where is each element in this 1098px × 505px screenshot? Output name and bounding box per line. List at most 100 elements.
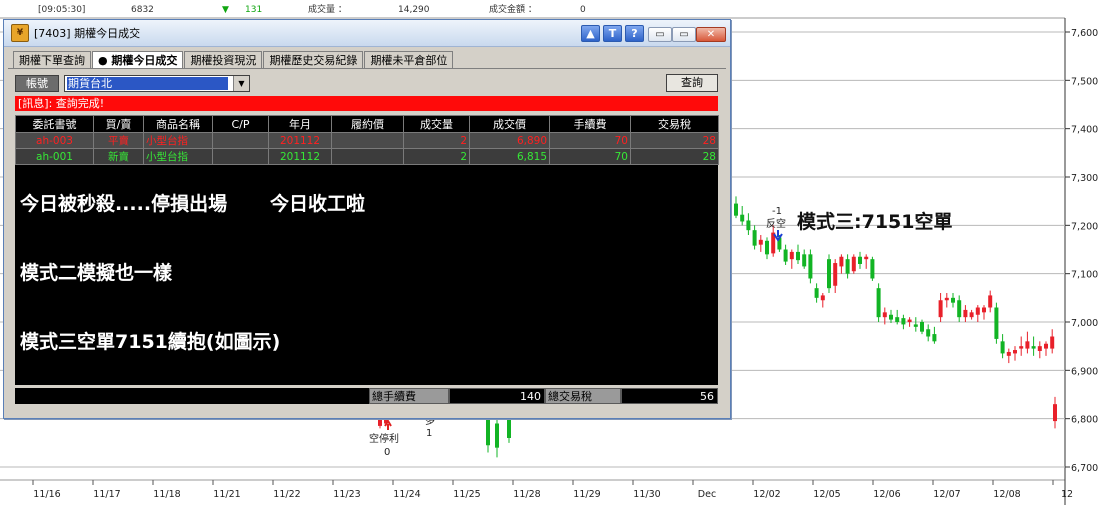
candle-body (783, 249, 788, 262)
col-order-id[interactable]: 委託書號 (15, 115, 94, 133)
candle (783, 244, 788, 265)
candle-body (988, 295, 993, 308)
table-header-row: 委託書號 買/賣 商品名稱 C/P 年月 履約價 成交量 成交價 手續費 交易稅 (15, 115, 719, 133)
candle (486, 416, 490, 453)
candle (740, 206, 745, 226)
candle-body (378, 418, 382, 426)
candle-body (1037, 346, 1042, 351)
window-titlebar[interactable]: ¥ [7403] 期權今日成交 ▲ T ? ▭ ▭ ✕ (4, 20, 730, 47)
volume-label: 成交量 ： (308, 3, 347, 15)
cell-strike (331, 148, 404, 165)
cell-side: 新賣 (93, 148, 144, 165)
candle (994, 302, 999, 344)
candle (889, 309, 893, 323)
candle-body (752, 230, 757, 246)
cell-month: 201112 (268, 132, 332, 149)
table-row[interactable]: ah-003 平賣 小型台指 201112 2 6,890 70 28 (15, 132, 719, 149)
candle (833, 259, 838, 293)
col-qty[interactable]: 成交量 (403, 115, 470, 133)
candle (820, 293, 825, 308)
col-product[interactable]: 商品名稱 (143, 115, 213, 133)
x-tick-label: 11/23 (333, 489, 360, 500)
y-tick-label: 7,500 (1071, 76, 1098, 87)
close-button[interactable]: ✕ (696, 27, 726, 42)
x-tick-label: 12/02 (753, 489, 780, 500)
totals-bar: 總手續費 140 總交易稅 56 (15, 388, 718, 404)
y-tick-label: 6,900 (1071, 366, 1098, 377)
mode3-short-note: 模式三:7151空單 (797, 210, 952, 233)
y-tick-label: 7,400 (1071, 125, 1098, 136)
candle (944, 293, 949, 308)
col-month[interactable]: 年月 (268, 115, 332, 133)
query-button[interactable]: 查詢 (666, 74, 718, 92)
tab-open-positions[interactable]: 期權未平倉部位 (364, 51, 454, 69)
candle (957, 295, 962, 322)
candle-body (994, 307, 999, 339)
col-side[interactable]: 買/賣 (93, 115, 144, 133)
candle-body (1031, 346, 1036, 349)
table-row[interactable]: ah-001 新賣 小型台指 201112 2 6,815 70 28 (15, 148, 719, 165)
account-label: 帳號 (15, 75, 59, 92)
tab-strip: 期權下單查詢 ● 期權今日成交 期權投資現況 期權歷史交易紀錄 期權未平倉部位 (13, 51, 454, 69)
down-arrow-icon: ▼ (222, 5, 229, 15)
cell-month: 201112 (268, 148, 332, 165)
y-tick-label: 7,600 (1071, 28, 1098, 39)
candle-body (734, 203, 738, 216)
candle (771, 225, 776, 257)
y-axis-ticks: 7,600 7,500 7,400 7,300 7,200 7,100 7,000 6,900… (1065, 28, 1098, 474)
account-row: 帳號 期貨台北 ▼ 查詢 (15, 74, 720, 94)
short-signal-count: -1 (772, 206, 782, 217)
long-signal-value: 1 (426, 428, 432, 439)
tab-order-query[interactable]: 期權下單查詢 (13, 51, 91, 69)
tab-trade-history[interactable]: 期權歷史交易紀錄 (263, 51, 364, 69)
col-fee[interactable]: 手續費 (549, 115, 631, 133)
dropdown-arrow-icon[interactable]: ▼ (233, 76, 249, 91)
candle (988, 290, 993, 313)
candle-body (746, 220, 751, 231)
minimize-button[interactable]: ▭ (648, 27, 672, 42)
account-select[interactable]: 期貨台北 ▼ (64, 75, 250, 92)
candle-body (926, 329, 931, 337)
x-tick-label: 11/17 (93, 489, 120, 500)
total-tax-label: 總交易稅 (545, 388, 621, 404)
candle-body (758, 239, 763, 245)
text-button[interactable]: T (603, 25, 622, 42)
cell-cp (212, 132, 269, 149)
candle-body (845, 259, 850, 274)
candle (845, 254, 850, 279)
candle (851, 254, 856, 274)
col-strike[interactable]: 履約價 (331, 115, 404, 133)
candle (870, 256, 875, 281)
x-tick-label: 12/07 (933, 489, 960, 500)
x-tick-label: 12/08 (993, 489, 1020, 500)
col-tax[interactable]: 交易稅 (630, 115, 719, 133)
restore-button[interactable]: ▭ (672, 27, 696, 42)
candle (495, 418, 499, 458)
candle-body (808, 254, 813, 279)
quote-last: 6832 (131, 5, 154, 15)
tab-today-trades[interactable]: ● 期權今日成交 (92, 51, 184, 69)
candle-body (907, 319, 912, 322)
candle (796, 244, 800, 264)
status-message: [訊息]: 查詢完成! (15, 96, 718, 111)
candle-body (765, 240, 769, 255)
candle (858, 251, 862, 269)
note-done-today: 今日收工啦 (270, 193, 366, 215)
candle-body (895, 317, 900, 322)
candle-body (740, 214, 745, 222)
candle (1025, 331, 1030, 354)
candle (802, 249, 807, 269)
y-tick-label: 7,200 (1071, 221, 1098, 232)
window-title: [7403] 期權今日成交 (34, 27, 141, 40)
col-cp[interactable]: C/P (212, 115, 269, 133)
cell-product: 小型台指 (143, 148, 213, 165)
candle-body (982, 307, 986, 313)
today-trades-window[interactable]: ¥ [7403] 期權今日成交 ▲ T ? ▭ ▭ ✕ 期權下單查詢 ● 期權今… (3, 19, 731, 419)
help-button[interactable]: ? (625, 25, 644, 42)
candle-body (495, 423, 499, 448)
col-price[interactable]: 成交價 (469, 115, 550, 133)
tab-investment-status[interactable]: 期權投資現況 (184, 51, 263, 69)
move-up-button[interactable]: ▲ (581, 25, 600, 42)
x-axis-ticks: 11/16 11/17 11/18 11/21 11/22 11/23 11/24 11/25… (32, 480, 1073, 500)
candle-body (944, 297, 949, 301)
